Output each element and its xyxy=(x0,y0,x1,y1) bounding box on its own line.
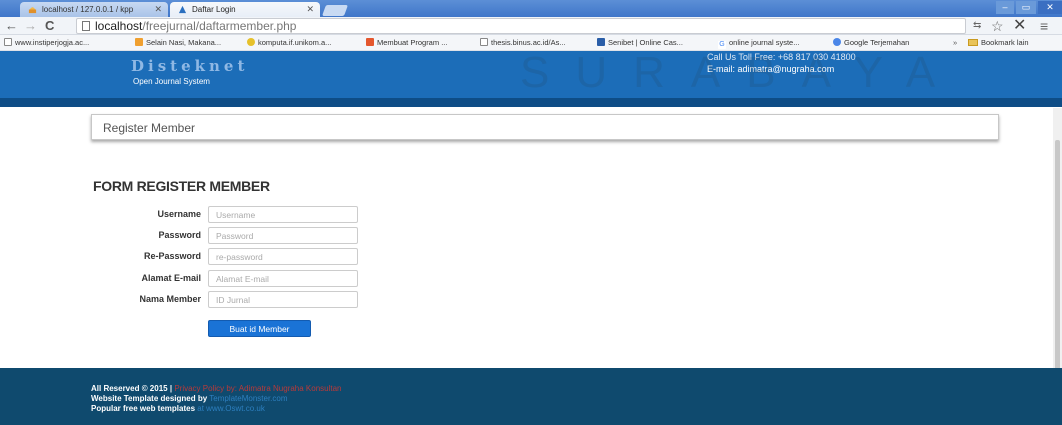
site-logo[interactable]: Disteknet xyxy=(131,57,248,75)
folder-icon xyxy=(968,39,978,46)
re-password-label: Re-Password xyxy=(143,251,201,261)
page-title: FORM REGISTER MEMBER xyxy=(93,178,270,194)
username-label: Username xyxy=(157,209,201,219)
bookmark-item[interactable]: Senibet | Online Cas... xyxy=(597,38,683,47)
browser-toolbar: ← → C localhost/freejurnal/daftarmember.… xyxy=(0,17,1062,35)
member-name-label: Nama Member xyxy=(139,294,201,304)
window-close-button[interactable]: ✕ xyxy=(1038,1,1062,14)
page-icon xyxy=(4,38,12,46)
contact-email: E-mail: adimatra@nugraha.com xyxy=(707,64,835,74)
privacy-policy-link[interactable]: Privacy Policy by: Adimatra Nugraha Kons… xyxy=(174,384,341,393)
username-row: Username xyxy=(104,206,364,224)
breadcrumb: Register Member xyxy=(91,114,999,140)
forward-arrow-icon[interactable]: → xyxy=(24,18,37,34)
re-password-row: Re-Password xyxy=(104,248,364,266)
footer-designer-text: Website Template designed by xyxy=(91,394,208,403)
bookmark-item[interactable]: thesis.binus.ac.id/As... xyxy=(480,38,566,47)
password-row: Password xyxy=(104,227,364,245)
tab-strip: localhost / 127.0.0.1 / kpp ✕ Daftar Log… xyxy=(0,0,1062,17)
url-host: localhost xyxy=(95,19,143,33)
create-member-button[interactable]: Buat id Member xyxy=(208,320,311,337)
email-field[interactable] xyxy=(208,270,358,287)
site-footer: All Reserved © 2015 | Privacy Policy by:… xyxy=(0,368,1062,425)
tab-daftar-login[interactable]: Daftar Login ✕ xyxy=(170,2,320,17)
bookmark-item[interactable]: www.instiperjogja.ac... xyxy=(4,38,89,47)
bookmark-favicon-icon xyxy=(597,38,605,46)
page-icon xyxy=(82,21,90,31)
footer-templates-text: Popular free web templates xyxy=(91,404,196,413)
close-icon[interactable]: ✕ xyxy=(154,4,162,15)
templatemonster-link[interactable]: TemplateMonster.com xyxy=(209,394,287,403)
google-translate-icon xyxy=(833,38,841,46)
page-icon xyxy=(480,38,488,46)
address-bar[interactable]: localhost/freejurnal/daftarmember.php xyxy=(76,18,966,34)
password-label: Password xyxy=(158,230,201,240)
footer-designer: Website Template designed by TemplateMon… xyxy=(91,394,288,403)
tab-phpmyadmin[interactable]: localhost / 127.0.0.1 / kpp ✕ xyxy=(20,2,168,17)
email-label: Alamat E-mail xyxy=(141,273,201,283)
menu-icon[interactable]: ≡ xyxy=(1040,17,1048,35)
phpmyadmin-icon xyxy=(28,7,37,14)
other-bookmarks-folder[interactable]: Bookmark lain xyxy=(968,38,1029,47)
star-icon[interactable]: ☆ xyxy=(991,17,1004,35)
member-name-row: Nama Member xyxy=(104,291,364,309)
close-icon[interactable]: ✕ xyxy=(306,4,314,15)
new-tab-button[interactable] xyxy=(321,5,349,16)
bookmark-favicon-icon xyxy=(247,38,255,46)
footer-copyright: All Reserved © 2015 | Privacy Policy by:… xyxy=(91,384,342,393)
back-arrow-icon[interactable]: ← xyxy=(5,18,18,34)
bookmark-item[interactable]: Selain Nasi, Makana... xyxy=(135,38,221,47)
site-tagline: Open Journal System xyxy=(133,77,210,86)
bookmarks-overflow-button[interactable]: » xyxy=(953,38,957,47)
bookmarks-bar: www.instiperjogja.ac... Selain Nasi, Mak… xyxy=(0,35,1062,51)
url-path: /freejurnal/daftarmember.php xyxy=(142,19,297,33)
footer-copyright-text: All Reserved © 2015 | xyxy=(91,384,173,393)
bookmark-favicon-icon xyxy=(135,38,143,46)
username-input[interactable] xyxy=(208,206,358,223)
bookmark-item[interactable]: komputa.if.unikom.a... xyxy=(247,38,331,47)
oswt-link[interactable]: at www.Oswt.co.uk xyxy=(197,404,265,413)
header-inner: Disteknet Open Journal System Call Us To… xyxy=(91,51,999,98)
maximize-button[interactable]: ▭ xyxy=(1016,1,1036,14)
header-bottom-bar xyxy=(0,98,1062,107)
google-icon: G xyxy=(718,41,726,49)
footer-templates: Popular free web templates at www.Oswt.c… xyxy=(91,404,265,413)
reload-icon[interactable]: C xyxy=(45,18,54,34)
translate-icon[interactable]: ⇆ xyxy=(973,17,981,35)
password-input[interactable] xyxy=(208,227,358,244)
stop-icon[interactable]: ✕ xyxy=(1013,17,1026,35)
contact-phone: Call Us Toll Free: +68 817 030 41800 xyxy=(707,52,856,62)
bookmark-favicon-icon xyxy=(366,38,374,46)
email-row: Alamat E-mail xyxy=(104,270,364,288)
tab-title: Daftar Login xyxy=(192,5,236,14)
re-password-input[interactable] xyxy=(208,248,358,265)
bookmark-item[interactable]: Google Terjemahan xyxy=(833,38,909,47)
member-name-input[interactable] xyxy=(208,291,358,308)
bookmark-item[interactable]: Gonline journal syste... xyxy=(718,38,799,49)
bookmark-item[interactable]: Membuat Program ... xyxy=(366,38,447,47)
minimize-button[interactable]: – xyxy=(996,1,1014,14)
site-favicon-icon xyxy=(178,5,187,14)
site-header: Disteknet Open Journal System Call Us To… xyxy=(0,51,1062,107)
tab-title: localhost / 127.0.0.1 / kpp xyxy=(42,5,134,14)
